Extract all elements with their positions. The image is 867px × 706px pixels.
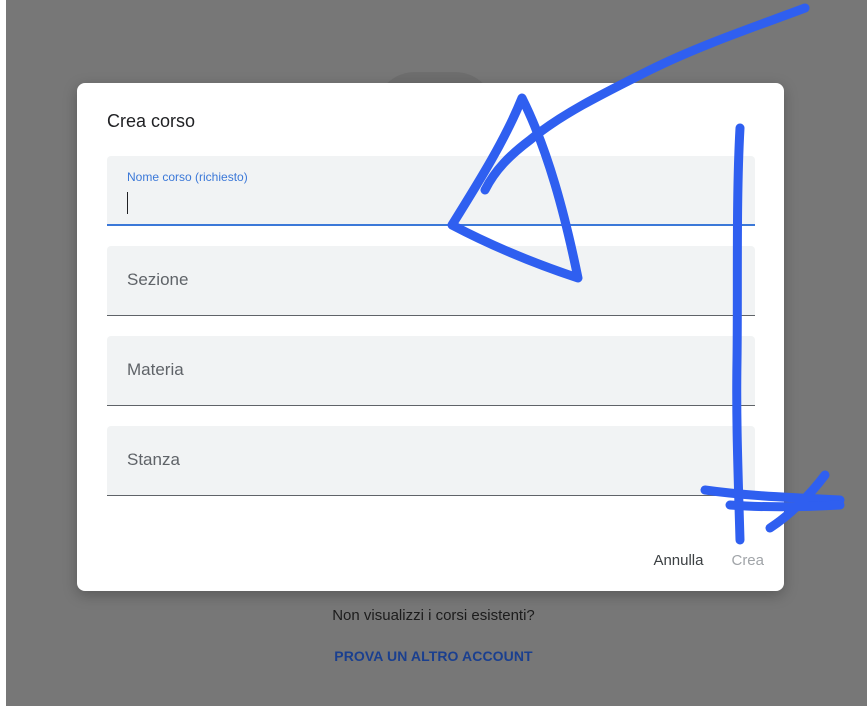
dialog-title: Crea corso (107, 111, 196, 131)
section-placeholder: Sezione (127, 270, 189, 289)
try-another-account-link[interactable]: PROVA UN ALTRO ACCOUNT (0, 648, 867, 664)
no-courses-question: Non visualizzi i corsi esistenti? (332, 607, 535, 624)
subject-placeholder: Materia (127, 360, 184, 379)
course-name-label: Nome corso (richiesto) (127, 170, 248, 184)
dialog-actions: Annulla Crea (653, 552, 764, 569)
text-cursor (127, 192, 128, 214)
screen: Non visualizzi i corsi esistenti? PROVA … (0, 0, 867, 706)
section-field[interactable]: Sezione (107, 246, 755, 316)
subject-field[interactable]: Materia (107, 336, 755, 406)
room-placeholder: Stanza (127, 450, 180, 469)
cancel-button[interactable]: Annulla (653, 552, 703, 569)
room-field[interactable]: Stanza (107, 426, 755, 496)
course-name-field[interactable]: Nome corso (richiesto) (107, 156, 755, 226)
create-button[interactable]: Crea (731, 552, 764, 569)
create-course-dialog: Crea corso Nome corso (richiesto) Sezion… (77, 83, 784, 591)
